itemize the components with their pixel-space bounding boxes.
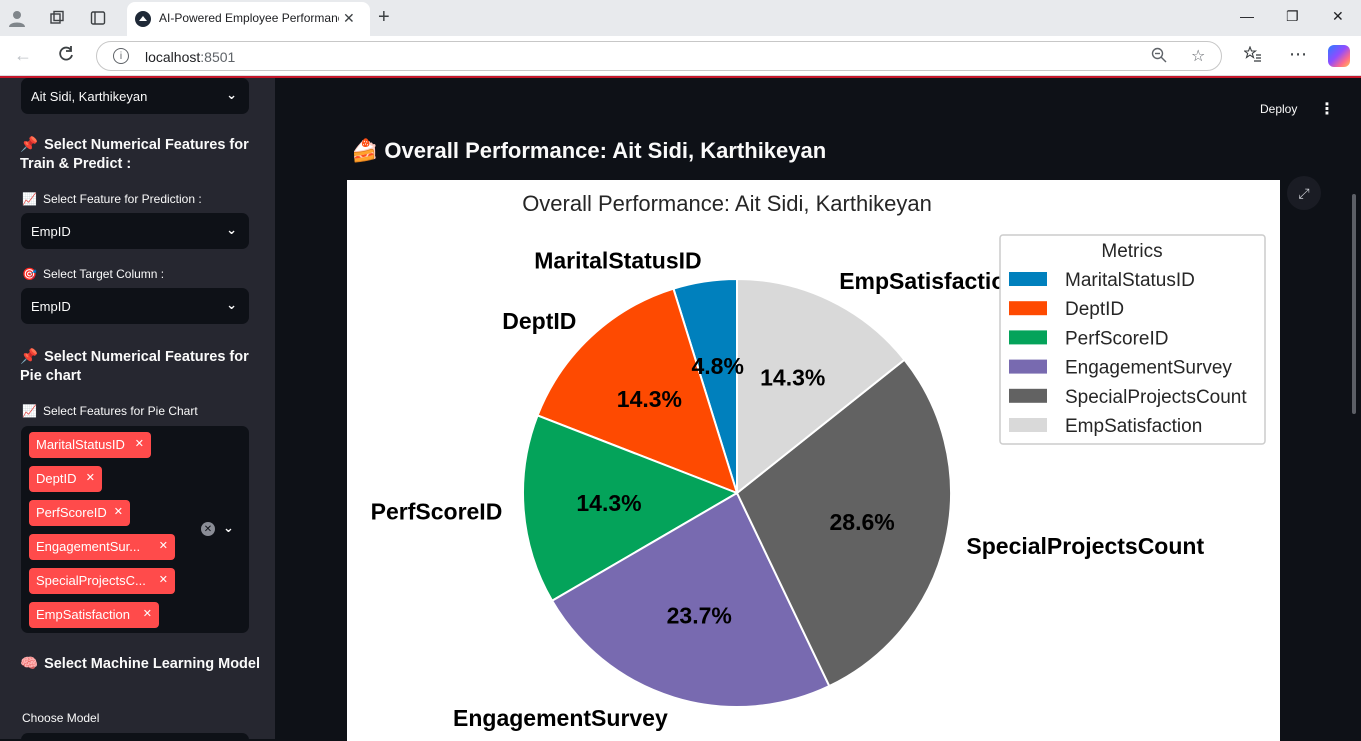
minimize-button[interactable]: —: [1240, 8, 1254, 24]
feature-chip[interactable]: PerfScoreID ✕: [29, 500, 130, 526]
legend-swatch: [1009, 418, 1047, 432]
employee-select-value: Ait Sidi, Karthikeyan: [31, 89, 148, 104]
feature-select-value: EmpID: [31, 224, 71, 239]
remove-chip-icon[interactable]: ✕: [86, 471, 95, 484]
browser-toolbar: ← i localhost:8501 ☆ ⋯: [0, 36, 1361, 76]
legend-label: MaritalStatusID: [1065, 270, 1195, 291]
tab-actions-icon[interactable]: [88, 8, 108, 28]
feature-chip[interactable]: EmpSatisfaction ✕: [29, 602, 159, 628]
deploy-button[interactable]: Deploy: [1260, 102, 1297, 116]
tab-close-icon[interactable]: ✕: [343, 10, 355, 27]
feature-select[interactable]: EmpID ⌄: [21, 213, 249, 249]
tab-title: AI-Powered Employee Performance: [159, 11, 339, 25]
legend-label: PerfScoreID: [1065, 328, 1168, 349]
remove-chip-icon[interactable]: ✕: [159, 539, 168, 552]
legend-swatch: [1009, 359, 1047, 374]
site-info-icon[interactable]: i: [113, 48, 129, 64]
slice-category-label: PerfScoreID: [371, 498, 503, 524]
new-tab-button[interactable]: +: [378, 6, 390, 29]
pie-chart-figure: Overall Performance: Ait Sidi, Karthikey…: [347, 180, 1280, 741]
slice-percent-label: 14.3%: [617, 386, 682, 412]
fullscreen-expand-icon[interactable]: ⤢: [1287, 176, 1321, 210]
target-select-value: EmpID: [31, 299, 71, 314]
browser-tab[interactable]: AI-Powered Employee Performance ✕: [127, 2, 370, 36]
scrollbar[interactable]: [1352, 194, 1356, 414]
remove-chip-icon[interactable]: ✕: [135, 437, 144, 450]
chart-up-icon: 📈: [22, 404, 37, 418]
back-arrow-icon[interactable]: ←: [14, 45, 32, 66]
target-select[interactable]: EmpID ⌄: [21, 288, 249, 324]
target-label: 🎯 Select Target Column :: [22, 267, 165, 281]
legend-swatch: [1009, 301, 1047, 316]
copilot-icon[interactable]: [1328, 45, 1350, 67]
streamlit-favicon-icon: [135, 11, 151, 27]
pie-features-multiselect[interactable]: MaritalStatusID ✕ DeptID ✕ PerfScoreID ✕ En…: [21, 426, 249, 633]
pie-features-label: 📈 Select Features for Pie Chart: [22, 404, 198, 418]
chevron-down-icon[interactable]: ⌄: [223, 520, 234, 536]
slice-category-label: DeptID: [502, 308, 576, 334]
slice-percent-label: 4.8%: [691, 353, 743, 379]
feature-chip[interactable]: EngagementSur... ✕: [29, 534, 175, 560]
pushpin-icon: 📌: [20, 137, 39, 153]
cake-icon: 🍰: [351, 138, 379, 163]
feature-chip[interactable]: SpecialProjectsC... ✕: [29, 568, 175, 594]
legend-swatch: [1009, 388, 1047, 403]
feature-chip[interactable]: MaritalStatusID ✕: [29, 432, 151, 458]
chart-legend: Metrics MaritalStatusID DeptID PerfScoreID…: [999, 234, 1266, 445]
legend-label: SpecialProjectsCount: [1065, 387, 1247, 408]
chart-up-icon: 📈: [22, 192, 37, 206]
legend-label: DeptID: [1065, 299, 1124, 320]
employee-select[interactable]: Ait Sidi, Karthikeyan ⌄: [21, 78, 249, 114]
model-label: Choose Model: [22, 711, 100, 725]
slice-category-label: EngagementSurvey: [453, 705, 668, 731]
ml-section-heading: 🧠 Select Machine Learning Model: [20, 656, 260, 672]
restore-button[interactable]: ❐: [1286, 8, 1299, 25]
slice-category-label: MaritalStatusID: [534, 247, 701, 273]
main-content: Deploy ⋮ 🍰 Overall Performance: Ait Sidi,…: [275, 76, 1361, 741]
remove-chip-icon[interactable]: ✕: [114, 505, 123, 518]
train-section-heading: 📌 Select Numerical Features for Train & P…: [20, 137, 249, 172]
chevron-down-icon: ⌄: [226, 222, 237, 237]
sidebar: Ait Sidi, Karthikeyan ⌄ 📌 Select Numerica…: [0, 76, 275, 739]
reload-icon[interactable]: [57, 45, 75, 68]
legend-label: EmpSatisfaction: [1065, 416, 1202, 437]
model-select[interactable]: [21, 733, 249, 739]
slice-percent-label: 28.6%: [830, 509, 895, 535]
browser-titlebar: AI-Powered Employee Performance ✕ + — ❐ …: [0, 0, 1361, 36]
feature-label: 📈 Select Feature for Prediction :: [22, 192, 202, 206]
workspaces-icon[interactable]: [47, 8, 67, 28]
chevron-down-icon: ⌄: [226, 297, 237, 312]
profile-icon[interactable]: [7, 8, 27, 28]
slice-category-label: EmpSatisfaction: [839, 268, 1019, 294]
address-bar[interactable]: i localhost:8501 ☆: [96, 41, 1222, 71]
pie-chart: Overall Performance: Ait Sidi, Karthikey…: [371, 191, 1266, 731]
remove-chip-icon[interactable]: ✕: [143, 607, 152, 620]
zoom-icon[interactable]: [1151, 47, 1167, 67]
slice-percent-label: 14.3%: [576, 490, 641, 516]
pie-section-heading: 📌 Select Numerical Features for Pie chart: [20, 349, 249, 384]
close-window-button[interactable]: ✕: [1332, 8, 1344, 25]
target-icon: 🎯: [22, 267, 37, 281]
clear-all-icon[interactable]: ✕: [201, 522, 215, 536]
chart-title: Overall Performance: Ait Sidi, Karthikey…: [522, 191, 932, 216]
slice-percent-label: 23.7%: [667, 603, 732, 629]
pushpin-icon: 📌: [20, 349, 39, 365]
slice-category-label: SpecialProjectsCount: [966, 533, 1204, 559]
favorites-list-icon[interactable]: [1242, 45, 1262, 67]
feature-chip[interactable]: DeptID ✕: [29, 466, 102, 492]
legend-swatch: [1009, 272, 1047, 286]
browser-menu-icon[interactable]: ⋯: [1289, 44, 1307, 65]
page-title: 🍰 Overall Performance: Ait Sidi, Karthike…: [351, 138, 827, 163]
legend-title: Metrics: [1101, 241, 1162, 262]
remove-chip-icon[interactable]: ✕: [159, 573, 168, 586]
main-menu-icon[interactable]: ⋮: [1319, 99, 1335, 119]
favorite-star-icon[interactable]: ☆: [1191, 46, 1205, 66]
legend-label: EngagementSurvey: [1065, 358, 1232, 379]
brain-icon: 🧠: [20, 656, 39, 672]
chevron-down-icon: ⌄: [226, 87, 237, 102]
slice-percent-label: 14.3%: [760, 364, 825, 390]
legend-swatch: [1009, 330, 1047, 345]
url-text: localhost:8501: [145, 49, 236, 65]
